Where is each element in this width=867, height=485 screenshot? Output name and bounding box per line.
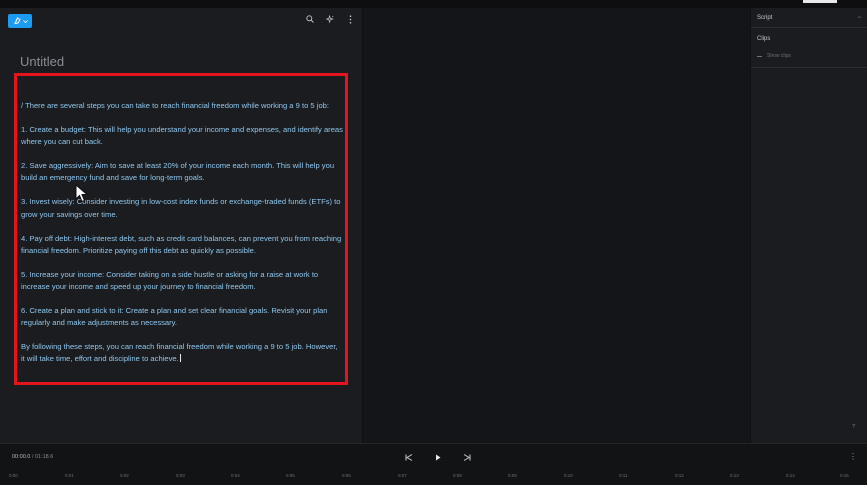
script-paragraph: 2. Save aggressively: Aim to save at lea… xyxy=(21,161,335,183)
play-icon[interactable] xyxy=(433,452,443,462)
timeline-tick: 0:02 xyxy=(120,473,129,478)
show-clips-toggle[interactable]: Show clips xyxy=(757,53,791,59)
script-paragraph-last: By following these steps, you can reach … xyxy=(21,341,343,365)
timeline-tick: 0:06 xyxy=(342,473,351,478)
timeline-tick: 0:07 xyxy=(398,473,407,478)
script-paragraph: 6. Create a plan and stick to it: Create… xyxy=(21,306,328,328)
clips-section-title: Clips xyxy=(757,36,771,42)
dash-icon xyxy=(757,55,762,57)
script-paragraph: 5. Increase your income: Consider taking… xyxy=(21,269,319,292)
script-paragraph: 3. Invest wisely: Consider investing in … xyxy=(21,197,341,219)
script-sidebar: Script ··· Clips Show clips ? xyxy=(751,8,867,443)
timeline-tick: 0:14 xyxy=(786,473,795,478)
timeline-tick: 0:12 xyxy=(675,473,684,478)
script-paragraph: 4. Pay off debt: High-interest debt, suc… xyxy=(21,233,342,255)
timeline-tick: 0:08 xyxy=(453,473,462,478)
skip-back-icon[interactable] xyxy=(404,452,414,462)
sidebar-header: Script ··· xyxy=(751,8,867,28)
total-time: 01:18.6 xyxy=(34,454,54,460)
timeline-tick: 0:13 xyxy=(730,473,739,478)
timeline-tick: 0:15 xyxy=(840,473,849,478)
timeline-tick: 0:09 xyxy=(508,473,517,478)
more-horizontal-icon[interactable]: ··· xyxy=(857,14,862,21)
script-paragraph: 1. Create a budget: This will help you u… xyxy=(21,125,343,147)
show-clips-label: Show clips xyxy=(767,53,791,59)
more-vertical-icon[interactable]: ⋮ xyxy=(849,452,857,461)
brand-menu-button[interactable] xyxy=(8,14,32,28)
script-text[interactable]: / There are several steps you can take t… xyxy=(21,100,343,377)
timeline-tick: 0:11 xyxy=(619,473,628,478)
top-strip xyxy=(0,0,867,8)
more-vertical-icon[interactable] xyxy=(346,14,354,24)
timeline-tick: 0:03 xyxy=(176,473,185,478)
script-paragraph: / There are several steps you can take t… xyxy=(21,101,329,110)
timeline-tick: 0:05 xyxy=(286,473,295,478)
chevron-down-icon xyxy=(22,19,28,23)
timeline-tick: 0:01 xyxy=(65,473,74,478)
logo-icon xyxy=(13,16,21,24)
search-icon[interactable] xyxy=(306,14,314,24)
player-bar: 00:00.0 / 01:18.6 ⋮ 0:00 0:01 0:02 0:03 … xyxy=(0,443,867,485)
timeline-tick: 0:10 xyxy=(564,473,573,478)
current-time: 00:00.0 xyxy=(12,454,31,460)
video-preview-area[interactable] xyxy=(363,8,750,443)
document-title[interactable]: Untitled xyxy=(20,54,64,69)
script-editor-panel: Untitled / There are several steps you c… xyxy=(0,8,362,443)
timeline-tick: 0:04 xyxy=(231,473,240,478)
skip-forward-icon[interactable] xyxy=(462,452,472,462)
divider xyxy=(751,67,867,68)
transport-controls xyxy=(404,452,472,462)
time-readout: 00:00.0 / 01:18.6 xyxy=(12,454,53,460)
text-caret xyxy=(179,354,181,363)
timeline-ruler[interactable]: 0:00 0:01 0:02 0:03 0:04 0:05 0:06 0:07 … xyxy=(0,470,867,485)
mouse-pointer-icon xyxy=(75,184,89,203)
sidebar-title: Script xyxy=(757,15,773,21)
timeline-tick: 0:00 xyxy=(9,473,18,478)
help-button[interactable]: ? xyxy=(852,424,855,430)
sparkle-icon[interactable] xyxy=(326,14,334,24)
script-text-area[interactable]: / There are several steps you can take t… xyxy=(14,73,348,385)
top-chip[interactable] xyxy=(803,0,837,3)
